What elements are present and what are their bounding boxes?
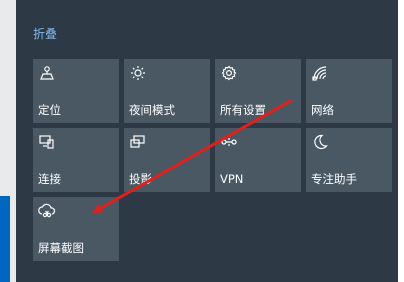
collapse-link[interactable]: 折叠 bbox=[33, 26, 57, 42]
tile-vpn[interactable]: VPN bbox=[215, 128, 301, 192]
network-icon bbox=[311, 64, 329, 82]
connect-icon bbox=[38, 133, 56, 151]
tile-label: 连接 bbox=[38, 172, 61, 186]
tile-screen-snip[interactable]: 屏幕截图 bbox=[33, 197, 119, 261]
tile-focus-assist[interactable]: 专注助手 bbox=[306, 128, 392, 192]
tile-label: 网络 bbox=[311, 103, 334, 117]
vpn-icon bbox=[220, 133, 238, 151]
location-icon bbox=[38, 64, 56, 82]
desktop-window-edge bbox=[0, 196, 10, 282]
tile-label: 定位 bbox=[38, 103, 61, 117]
tile-location[interactable]: 定位 bbox=[33, 59, 119, 123]
tile-project[interactable]: 投影 bbox=[124, 128, 210, 192]
tile-connect[interactable]: 连接 bbox=[33, 128, 119, 192]
project-icon bbox=[129, 133, 147, 151]
tile-label: 投影 bbox=[129, 172, 152, 186]
tile-label: VPN bbox=[220, 172, 244, 186]
tile-all-settings[interactable]: 所有设置 bbox=[215, 59, 301, 123]
tile-label: 所有设置 bbox=[220, 103, 266, 117]
gear-icon bbox=[220, 64, 238, 82]
tile-label: 夜间模式 bbox=[129, 103, 175, 117]
screen-edge bbox=[398, 0, 404, 282]
tile-label: 专注助手 bbox=[311, 172, 357, 186]
brightness-icon bbox=[129, 64, 147, 82]
screen-snip-icon bbox=[38, 202, 56, 220]
tile-label: 屏幕截图 bbox=[38, 241, 84, 255]
tile-night-mode[interactable]: 夜间模式 bbox=[124, 59, 210, 123]
moon-icon bbox=[311, 133, 329, 151]
tile-network[interactable]: 网络 bbox=[306, 59, 392, 123]
